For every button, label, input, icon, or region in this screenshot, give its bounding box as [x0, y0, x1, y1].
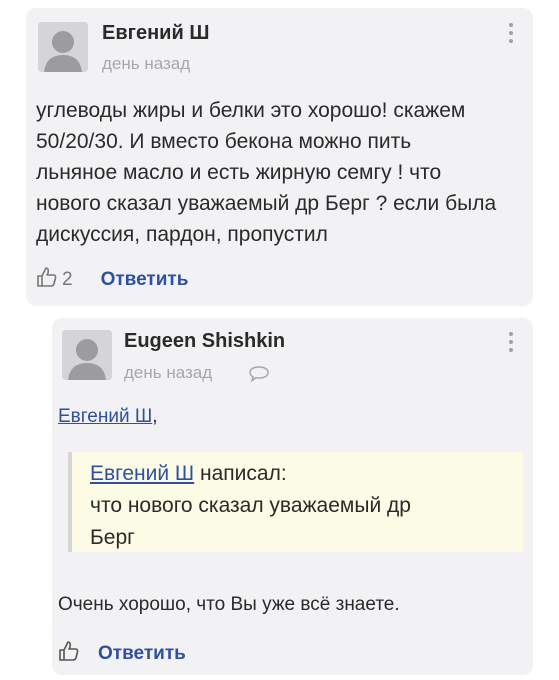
user-avatar-icon: [62, 330, 112, 380]
avatar[interactable]: [62, 330, 112, 380]
comment-actions: Ответить: [58, 640, 186, 667]
reply-button[interactable]: Ответить: [101, 269, 189, 291]
quote-block: Евгений Ш написал: что нового сказал ува…: [68, 452, 523, 552]
comment-card: Евгений Ш день назад углеводы жиры и бел…: [26, 8, 533, 306]
comment-text: Очень хорошо, что Вы уже всё знаете.: [58, 594, 400, 615]
like-count: 2: [62, 268, 73, 290]
reply-comment-card: Eugeen Shishkin день назад Евгений Ш, Ев…: [52, 318, 533, 675]
comment-time: день назад: [102, 54, 191, 73]
thumbs-up-icon[interactable]: [36, 266, 58, 293]
user-avatar-icon: [38, 22, 88, 72]
quote-line: Берг: [90, 526, 135, 549]
comment-author[interactable]: Eugeen Shishkin: [124, 330, 285, 353]
reply-button[interactable]: Ответить: [98, 643, 186, 665]
kebab-menu-icon[interactable]: [508, 332, 514, 356]
thumbs-up-icon[interactable]: [58, 640, 80, 667]
reply-mention: Евгений Ш,: [58, 406, 158, 428]
comment-author[interactable]: Евгений Ш: [102, 22, 209, 45]
comment-text-line: 50/20/30. И вместо бекона можно пить: [36, 130, 412, 153]
avatar[interactable]: [38, 22, 88, 72]
kebab-menu-icon[interactable]: [508, 23, 514, 47]
quote-text: Евгений Ш написал: что нового сказал ува…: [90, 458, 411, 554]
mention-link[interactable]: Евгений Ш: [58, 406, 152, 427]
comment-text: углеводы жиры и белки это хорошо! скажем…: [36, 95, 496, 250]
comment-text-line: дискуссия, пардон, пропустил: [36, 223, 328, 246]
comment-text-line: нового сказал уважаемый др Берг ? если б…: [36, 192, 497, 215]
quote-author-link[interactable]: Евгений Ш: [90, 462, 194, 485]
comment-text-line: льняное масло и есть жирную семгу ! что: [36, 161, 442, 184]
comment-actions: 2 Ответить: [36, 266, 188, 293]
quote-line: что нового сказал уважаемый др: [90, 494, 411, 517]
mention-suffix: ,: [152, 406, 158, 427]
quote-verb: написал:: [200, 462, 287, 485]
comment-time: день назад: [124, 363, 213, 382]
comment-text-line: углеводы жиры и белки это хорошо! скажем: [36, 99, 466, 122]
comment-bubble-icon[interactable]: [248, 365, 270, 388]
